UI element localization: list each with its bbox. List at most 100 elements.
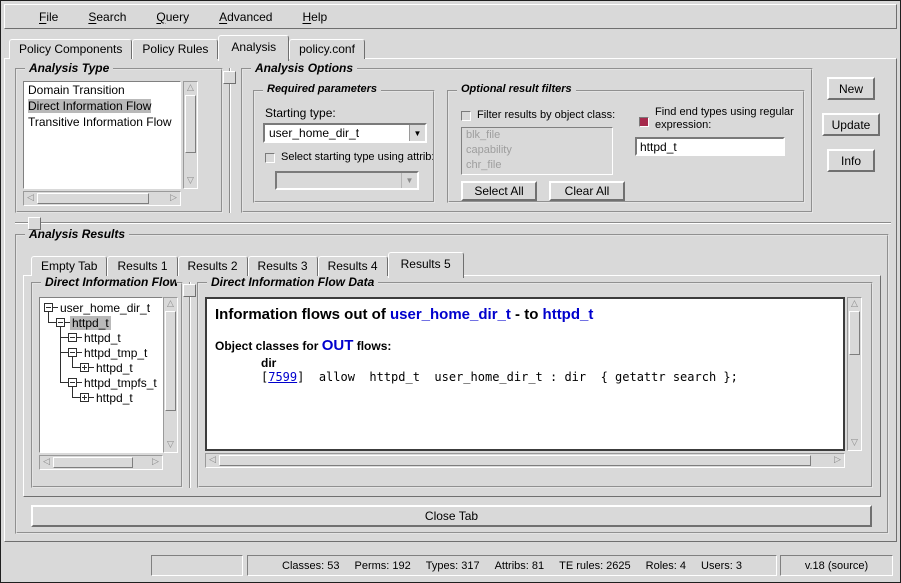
data-hscrollbar[interactable]: ◁ ▷ [205, 453, 845, 468]
analysis-type-title: Analysis Type [25, 61, 113, 75]
tree-node-label[interactable]: httpd_t [82, 331, 123, 345]
tab-results-5[interactable]: Results 5 [388, 252, 464, 278]
sash-handle[interactable] [28, 217, 41, 230]
scroll-left-icon[interactable]: ◁ [24, 192, 37, 205]
tree-node[interactable]: httpd_t [68, 330, 123, 345]
list-item-selected[interactable]: Direct Information Flow [24, 98, 180, 114]
tree-expander-minus-icon[interactable] [56, 318, 65, 327]
update-button[interactable]: Update [822, 113, 880, 136]
tree-node-label[interactable]: httpd_tmp_t [82, 346, 149, 360]
horizontal-sash-line [15, 222, 891, 224]
scrollbar-thumb[interactable] [53, 457, 133, 468]
menu-search[interactable]: Search [88, 10, 126, 24]
tree-expander-minus-icon[interactable] [44, 303, 53, 312]
tab-results-1[interactable]: Results 1 [107, 256, 177, 276]
scroll-right-icon[interactable]: ▷ [831, 454, 844, 467]
chevron-down-icon[interactable]: ▼ [409, 125, 425, 141]
tab-results-2[interactable]: Results 2 [178, 256, 248, 276]
menu-file-rest: ile [46, 10, 58, 24]
tab-analysis[interactable]: Analysis [218, 35, 289, 61]
sash-handle[interactable] [183, 284, 196, 297]
scrollbar-trough[interactable] [848, 355, 861, 437]
flow-source-type: user_home_dir_t [390, 306, 511, 323]
scroll-right-icon[interactable]: ▷ [149, 456, 162, 469]
list-item[interactable]: Transitive Information Flow [24, 114, 180, 130]
list-item[interactable]: Domain Transition [24, 82, 180, 98]
scrollbar-thumb[interactable] [165, 311, 176, 411]
status-empty-box [151, 555, 243, 576]
scrollbar-thumb[interactable] [37, 193, 149, 204]
scrollbar-trough[interactable] [149, 192, 167, 205]
rule-id-link[interactable]: 7599 [268, 370, 297, 384]
scrollbar-trough[interactable] [811, 454, 831, 467]
tree-node-label[interactable]: httpd_t [94, 361, 135, 375]
flow-header-prefix: Information flows out of [215, 306, 390, 323]
tab-policy-components[interactable]: Policy Components [9, 39, 132, 59]
vertical-sash-line [189, 282, 191, 488]
scrollbar-trough[interactable] [184, 153, 197, 175]
scroll-down-icon[interactable]: ▽ [184, 175, 197, 188]
tree-node-label[interactable]: httpd_t [94, 391, 135, 405]
scroll-left-icon[interactable]: ◁ [206, 454, 219, 467]
menu-query[interactable]: Query [156, 10, 189, 24]
tree-expander-minus-icon[interactable] [68, 333, 77, 342]
data-vscrollbar[interactable]: △ ▽ [847, 297, 862, 451]
tree-node-label[interactable]: user_home_dir_t [58, 301, 152, 315]
list-item-disabled: capability [462, 143, 612, 158]
tree-node[interactable]: httpd_t [80, 390, 135, 405]
tab-policy-conf[interactable]: policy.conf [289, 39, 365, 59]
info-button[interactable]: Info [827, 149, 875, 172]
regex-checkbox[interactable] [639, 117, 649, 127]
scroll-left-icon[interactable]: ◁ [40, 456, 53, 469]
attrib-checkbox[interactable] [265, 153, 275, 163]
menu-help[interactable]: Help [302, 10, 327, 24]
select-all-button[interactable]: Select All [461, 181, 537, 201]
tree-node[interactable]: httpd_tmpfs_t [68, 375, 159, 390]
tree-node-selected[interactable]: httpd_t [56, 315, 111, 330]
analysis-type-hscrollbar[interactable]: ◁ ▷ [23, 191, 181, 206]
tree-node-label[interactable]: httpd_tmpfs_t [82, 376, 159, 390]
tree-expander-minus-icon[interactable] [68, 378, 77, 387]
required-parameters-title: Required parameters [263, 83, 381, 95]
tab-policy-rules[interactable]: Policy Rules [132, 39, 218, 59]
tree-node-label[interactable]: httpd_t [70, 316, 111, 330]
analysis-type-vscrollbar[interactable]: △ ▽ [183, 81, 198, 189]
flow-header: Information flows out of user_home_dir_t… [215, 304, 835, 326]
scroll-down-icon[interactable]: ▽ [848, 437, 861, 450]
menu-file[interactable]: File [39, 10, 58, 24]
tree-node[interactable]: httpd_t [80, 360, 135, 375]
clear-all-button[interactable]: Clear All [549, 181, 625, 201]
tab-results-3[interactable]: Results 3 [248, 256, 318, 276]
regex-label-line2: expression: [655, 119, 794, 132]
scrollbar-trough[interactable] [164, 411, 177, 439]
filter-object-class-checkbox[interactable] [461, 111, 471, 121]
scroll-up-icon[interactable]: △ [848, 298, 861, 311]
tree-expander-plus-icon[interactable] [80, 393, 89, 402]
starting-type-combobox[interactable]: user_home_dir_t ▼ [263, 123, 427, 143]
tab-results-4[interactable]: Results 4 [318, 256, 388, 276]
tree-hscrollbar[interactable]: ◁ ▷ [39, 455, 163, 470]
scrollbar-thumb[interactable] [849, 311, 860, 355]
flow-tree-title: Direct Information Flow Tree [41, 275, 177, 289]
scroll-down-icon[interactable]: ▽ [164, 439, 177, 452]
stat-attribs: Attribs: 81 [495, 560, 545, 572]
scroll-right-icon[interactable]: ▷ [167, 192, 180, 205]
regex-input[interactable] [635, 137, 785, 156]
flow-tree: user_home_dir_t httpd_t httpd_t httpd_tm… [39, 297, 163, 453]
tree-node[interactable]: user_home_dir_t [44, 300, 152, 315]
menu-advanced[interactable]: Advanced [219, 10, 272, 24]
sash-handle[interactable] [223, 71, 236, 84]
scroll-up-icon[interactable]: △ [164, 298, 177, 311]
tree-vscrollbar[interactable]: △ ▽ [163, 297, 178, 453]
close-tab-button[interactable]: Close Tab [31, 505, 872, 527]
tree-expander-plus-icon[interactable] [80, 363, 89, 372]
rule-line: [7599] allow httpd_t user_home_dir_t : d… [261, 370, 835, 384]
scroll-up-icon[interactable]: △ [184, 82, 197, 95]
tree-expander-minus-icon[interactable] [68, 348, 77, 357]
new-button[interactable]: New [827, 77, 875, 100]
tree-node[interactable]: httpd_tmp_t [68, 345, 149, 360]
scrollbar-thumb[interactable] [185, 95, 196, 153]
scrollbar-trough[interactable] [133, 456, 149, 469]
tab-empty-tab[interactable]: Empty Tab [31, 256, 107, 276]
scrollbar-thumb[interactable] [219, 455, 811, 466]
